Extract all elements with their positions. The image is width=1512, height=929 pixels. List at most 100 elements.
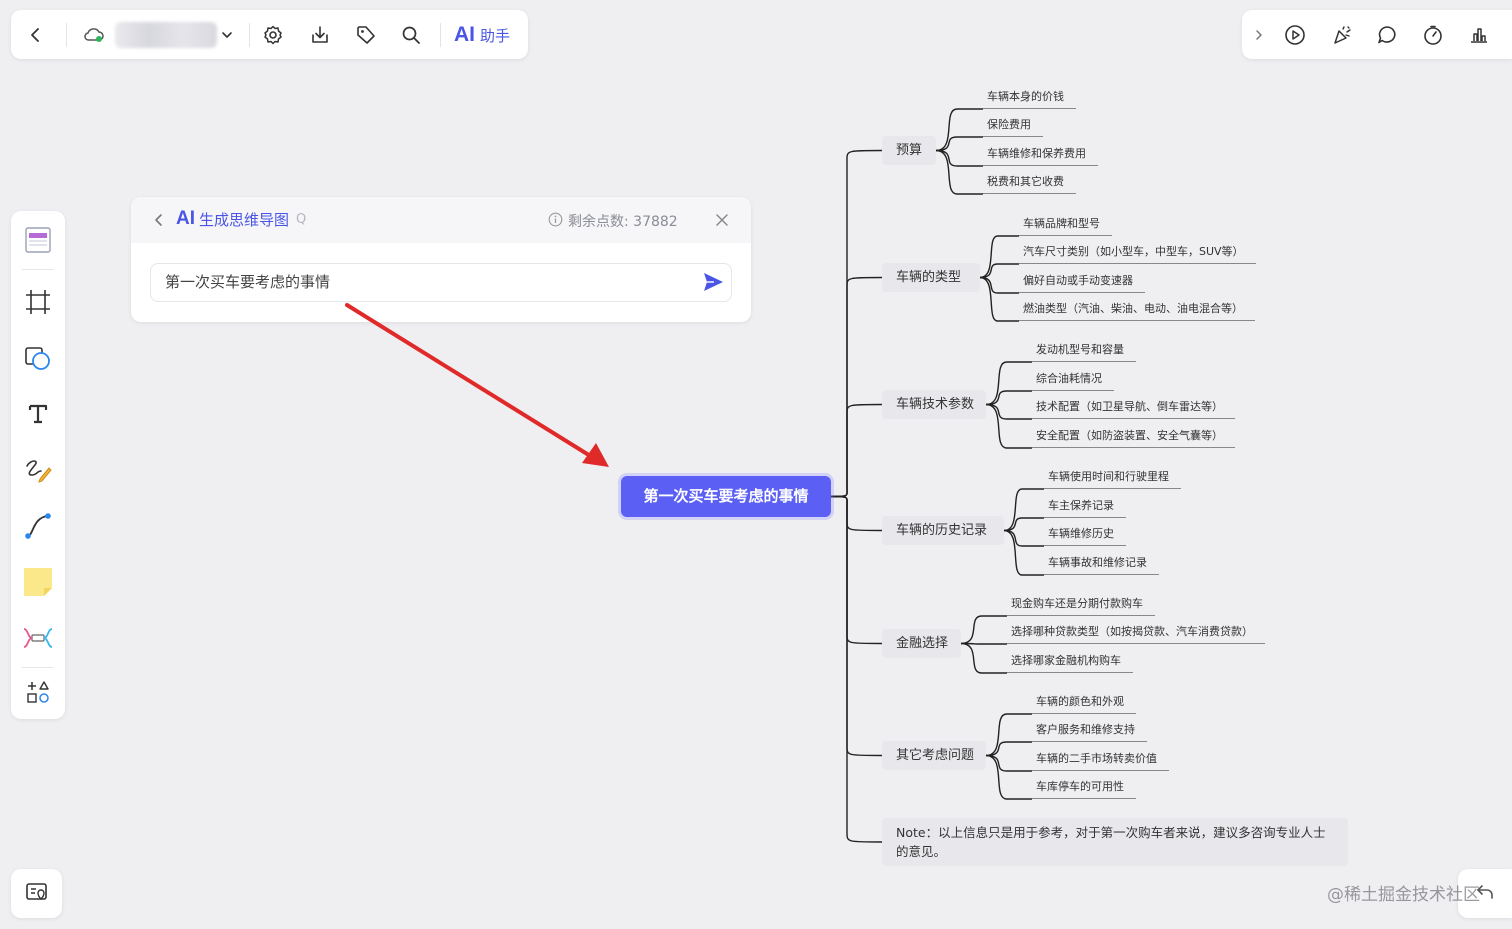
connector-line	[960, 642, 1007, 674]
sticky-note-icon[interactable]	[20, 564, 56, 600]
branch-node-finance[interactable]: 金融选择	[882, 629, 961, 658]
comment-icon[interactable]	[1374, 22, 1400, 48]
connector-line	[830, 495, 883, 757]
connector-line	[935, 136, 983, 152]
info-icon	[548, 212, 563, 231]
watermark: @稀土掘金技术社区	[1327, 885, 1480, 905]
connector-line	[985, 403, 1032, 420]
connector-line	[830, 149, 883, 498]
connector-icon[interactable]	[20, 508, 56, 544]
connector-line	[830, 403, 883, 498]
ai-assistant-label: 助手	[480, 26, 511, 45]
cloud-sync-icon[interactable]	[81, 22, 107, 48]
leaf-node[interactable]: 客户服务和维修支持	[1032, 723, 1147, 742]
leaf-node[interactable]: 保险费用	[983, 118, 1043, 137]
top-right-toolbar	[1242, 10, 1512, 59]
connector-line	[1003, 529, 1044, 576]
leaf-node[interactable]: 燃油类型（汽油、柴油、电动、油电混合等）	[1019, 302, 1255, 321]
leaf-node[interactable]: 车辆的二手市场转卖价值	[1032, 752, 1169, 771]
leaf-node[interactable]: 车辆本身的价钱	[983, 90, 1076, 109]
connector-line	[985, 403, 1032, 449]
leaf-node[interactable]: 车辆品牌和型号	[1019, 217, 1112, 236]
chart-icon[interactable]	[1466, 22, 1492, 48]
side-toolbar	[11, 211, 65, 719]
leaf-node[interactable]: 综合油耗情况	[1032, 372, 1114, 391]
connector-line	[979, 235, 1019, 279]
ai-panel-title-suffix: Q	[296, 211, 307, 227]
ai-logo: AI	[176, 208, 195, 229]
branch-node-history[interactable]: 车辆的历史记录	[882, 516, 1004, 545]
connector-line	[985, 754, 1032, 800]
connector-line	[985, 713, 1032, 757]
leaf-node[interactable]: 税费和其它收费	[983, 175, 1076, 194]
connector-line	[979, 276, 1019, 294]
connector-line	[960, 642, 1007, 645]
leaf-node[interactable]: 车辆事故和维修记录	[1044, 556, 1159, 575]
mindmap-icon[interactable]	[20, 620, 56, 656]
leaf-node[interactable]: 车辆使用时间和行驶里程	[1044, 470, 1181, 489]
chevron-down-icon[interactable]	[214, 22, 240, 48]
connector-line	[985, 361, 1032, 406]
mindmap-root-node[interactable]: 第一次买车要考虑的事情	[621, 476, 831, 517]
prompt-input[interactable]: 第一次买车要考虑的事情	[150, 263, 732, 302]
connector-line	[985, 741, 1032, 757]
branch-node-tech-specs[interactable]: 车辆技术参数	[882, 390, 986, 419]
red-arrow	[345, 303, 609, 467]
credits-text: 剩余点数: 37882	[568, 214, 678, 230]
tag-icon[interactable]	[353, 22, 379, 48]
map-icon	[25, 881, 49, 907]
branch-node-other[interactable]: 其它考虑问题	[882, 741, 986, 770]
expand-icon[interactable]	[1246, 22, 1272, 48]
credits-info: 剩余点数: 37882	[548, 211, 678, 231]
connector-line	[960, 615, 1007, 645]
template-icon[interactable]	[20, 222, 56, 258]
chevron-left-icon[interactable]	[150, 210, 168, 230]
connector-line	[985, 754, 1032, 772]
leaf-node[interactable]: 汽车尺寸类别（如小型车，中型车，SUV等）	[1019, 245, 1256, 264]
connector-line	[1003, 517, 1044, 532]
back-icon[interactable]	[23, 22, 49, 48]
connector-line	[935, 108, 983, 152]
leaf-node[interactable]: 车辆维修和保养费用	[983, 147, 1098, 166]
ai-panel-title-text: 生成思维导图	[199, 210, 290, 229]
leaf-node[interactable]: 车辆维修历史	[1044, 527, 1126, 546]
leaf-node[interactable]: 发动机型号和容量	[1032, 343, 1136, 362]
leaf-node[interactable]: 车主保养记录	[1044, 499, 1126, 518]
note-node[interactable]: Note：以上信息只是用于参考，对于第一次购车者来说，建议多咨询专业人士的意见。	[882, 818, 1348, 866]
send-icon[interactable]	[702, 271, 724, 293]
leaf-node[interactable]: 选择哪家金融机构购车	[1007, 654, 1133, 673]
shape-icon[interactable]	[20, 340, 56, 376]
top-toolbar: AI 助手	[11, 10, 528, 59]
leaf-node[interactable]: 车辆的颜色和外观	[1032, 695, 1136, 714]
ai-assistant-button[interactable]: AI 助手	[454, 21, 510, 49]
more-shapes-icon[interactable]	[20, 674, 56, 710]
minimap-button[interactable]	[11, 869, 62, 918]
download-icon[interactable]	[307, 22, 333, 48]
connector-line	[830, 495, 883, 645]
leaf-node[interactable]: 选择哪种贷款类型（如按揭贷款、汽车消费贷款）	[1007, 625, 1265, 644]
connector-line	[830, 495, 883, 843]
text-icon[interactable]	[20, 396, 56, 432]
leaf-node[interactable]: 安全配置（如防盗装置、安全气囊等）	[1032, 429, 1235, 448]
celebrate-icon[interactable]	[1329, 22, 1355, 48]
close-icon[interactable]	[712, 210, 732, 230]
connector-line	[979, 276, 1019, 322]
frame-icon[interactable]	[20, 284, 56, 320]
pen-icon[interactable]	[20, 452, 56, 488]
document-name[interactable]	[115, 22, 217, 48]
play-icon[interactable]	[1282, 22, 1308, 48]
branch-node-vehicle-type[interactable]: 车辆的类型	[882, 263, 980, 292]
connector-line	[1003, 488, 1044, 532]
ai-mindmap-panel: AI 生成思维导图 Q 剩余点数: 37882 第一次买车要考虑的事情	[131, 197, 751, 322]
connector-line	[1003, 529, 1044, 547]
leaf-node[interactable]: 现金购车还是分期付款购车	[1007, 597, 1155, 616]
timer-icon[interactable]	[1420, 22, 1446, 48]
settings-icon[interactable]	[260, 22, 286, 48]
leaf-node[interactable]: 车库停车的可用性	[1032, 780, 1136, 799]
connector-line	[979, 263, 1019, 279]
leaf-node[interactable]: 偏好自动或手动变速器	[1019, 274, 1145, 293]
connector-line	[935, 149, 983, 167]
search-icon[interactable]	[398, 22, 424, 48]
leaf-node[interactable]: 技术配置（如卫星导航、倒车雷达等）	[1032, 400, 1235, 419]
branch-node-budget[interactable]: 预算	[882, 136, 936, 165]
